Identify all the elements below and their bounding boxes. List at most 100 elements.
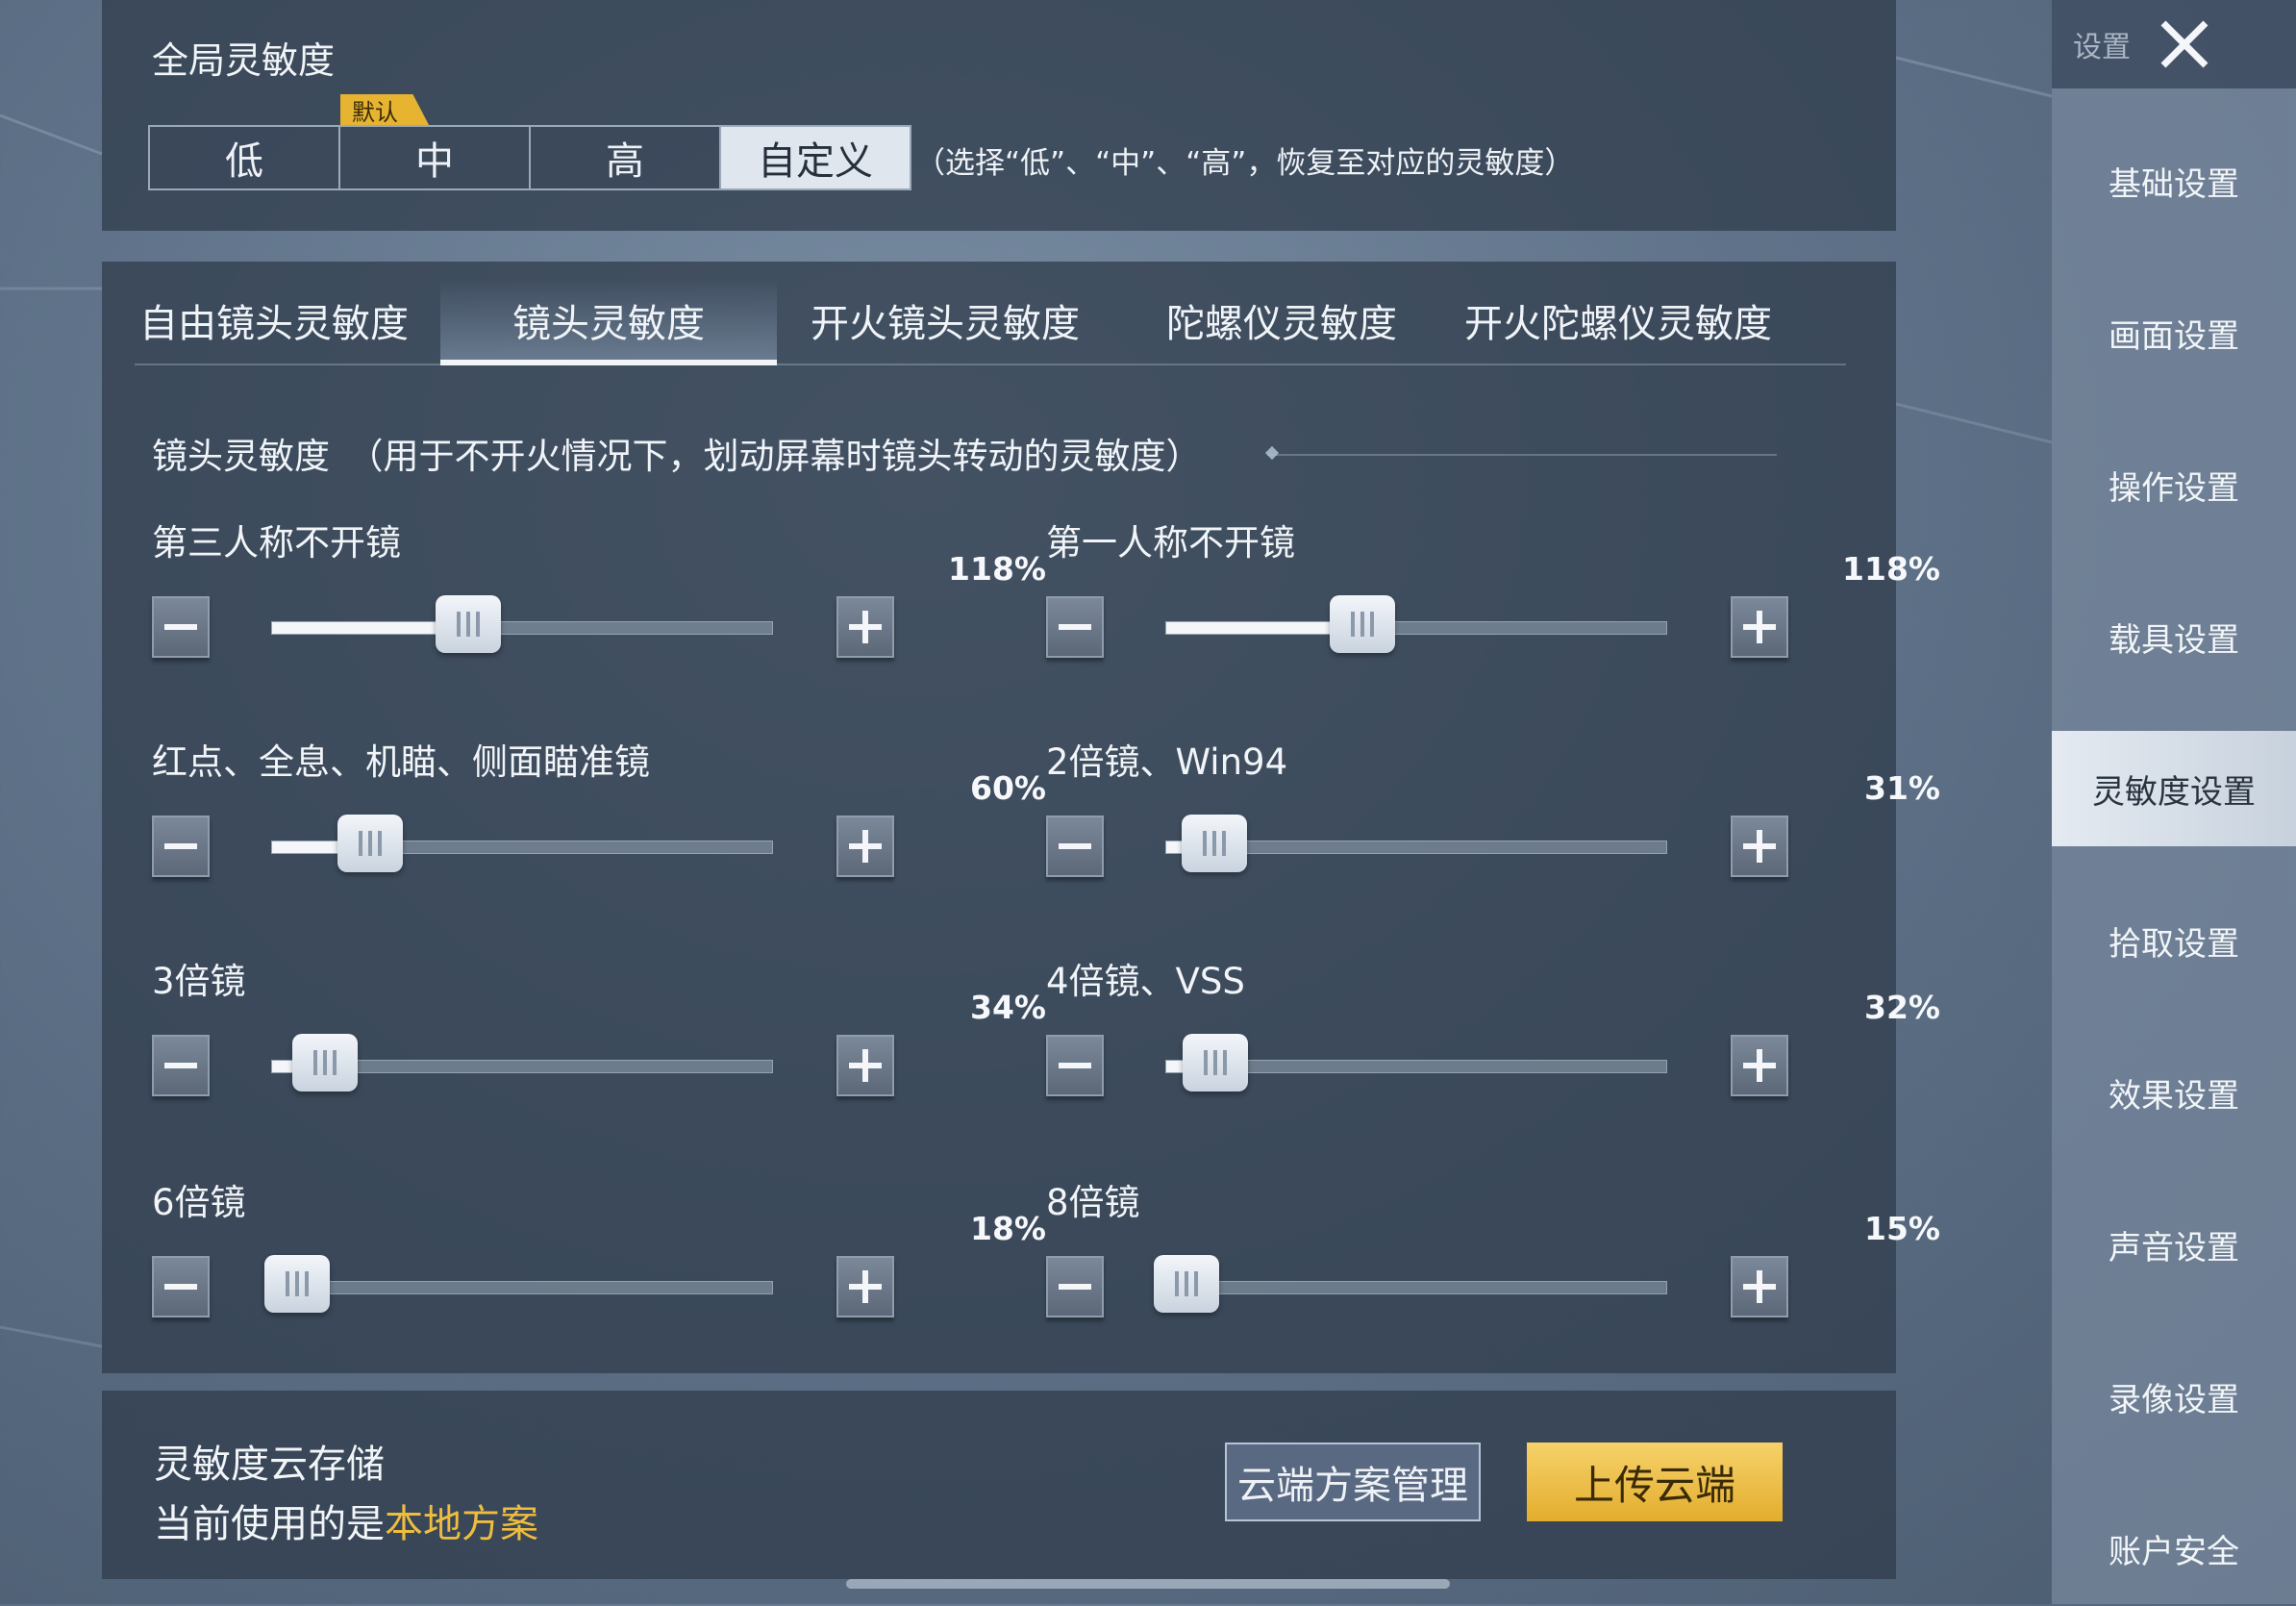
- tab-free-camera[interactable]: 自由镜头灵敏度: [135, 279, 413, 362]
- slider-track[interactable]: [271, 595, 773, 653]
- section-heading: 镜头灵敏度 （用于不开火情况下，划动屏幕时镜头转动的灵敏度）: [152, 436, 1202, 477]
- slider-label: 6倍镜: [152, 1182, 246, 1223]
- increase-button[interactable]: [1731, 1035, 1788, 1096]
- minus-icon: [164, 1284, 197, 1290]
- increase-button[interactable]: [836, 816, 894, 877]
- decrease-button[interactable]: [152, 1256, 210, 1317]
- slider-value: 15%: [1864, 1210, 1940, 1247]
- slider-value: 18%: [970, 1210, 1046, 1247]
- plus-icon-v: [1757, 1270, 1762, 1303]
- slider-track[interactable]: [1153, 1255, 1667, 1313]
- grip-line: [1184, 1271, 1188, 1296]
- grip-line: [1221, 831, 1226, 856]
- increase-button[interactable]: [836, 596, 894, 658]
- tab-firing-gyroscope[interactable]: 开火陀螺仪灵敏度: [1450, 279, 1786, 362]
- close-button[interactable]: [2150, 10, 2219, 79]
- sidebar-item-audio[interactable]: 声音设置: [2052, 1187, 2296, 1302]
- decrease-button[interactable]: [1046, 596, 1104, 658]
- grip-line: [465, 612, 470, 637]
- tab-camera[interactable]: 镜头灵敏度: [440, 279, 777, 365]
- sidebar-item-basic[interactable]: 基础设置: [2052, 123, 2296, 238]
- scroll-indicator[interactable]: [846, 1579, 1450, 1589]
- preset-high-button[interactable]: 高: [529, 125, 719, 190]
- slider-thumb[interactable]: [337, 815, 403, 872]
- decrease-button[interactable]: [1046, 816, 1104, 877]
- increase-button[interactable]: [1731, 816, 1788, 877]
- grip-line: [1193, 1271, 1198, 1296]
- slider-track[interactable]: [1165, 1034, 1667, 1092]
- slider-thumb[interactable]: [1329, 595, 1395, 653]
- grip-line: [1204, 1050, 1209, 1075]
- slider-label: 2倍镜、Win94: [1046, 741, 1288, 783]
- increase-button[interactable]: [836, 1256, 894, 1317]
- minus-icon: [1059, 1284, 1091, 1290]
- slider-track[interactable]: [271, 815, 773, 872]
- slider-value: 32%: [1864, 989, 1940, 1026]
- grip-line: [286, 1271, 290, 1296]
- slider-thumb[interactable]: [435, 595, 501, 653]
- slider-label: 3倍镜: [152, 961, 246, 1002]
- increase-button[interactable]: [1731, 596, 1788, 658]
- current-plan-text: 当前使用的是本地方案: [154, 1493, 538, 1548]
- decrease-button[interactable]: [1046, 1035, 1104, 1096]
- increase-button[interactable]: [836, 1035, 894, 1096]
- upload-cloud-button[interactable]: 上传云端: [1527, 1443, 1783, 1521]
- preset-low-button[interactable]: 低: [148, 125, 338, 190]
- slider-thumb[interactable]: [264, 1255, 331, 1313]
- plus-icon-v: [862, 830, 868, 863]
- grip-line: [1213, 1050, 1218, 1075]
- slider-value: 31%: [1864, 769, 1940, 807]
- decrease-button[interactable]: [152, 596, 210, 658]
- tab-firing-camera[interactable]: 开火镜头灵敏度: [777, 279, 1113, 362]
- grip-line: [312, 1050, 317, 1075]
- slider-thumb[interactable]: [291, 1034, 358, 1092]
- slider-track[interactable]: [271, 1034, 773, 1092]
- grip-line: [1223, 1050, 1228, 1075]
- slider-track[interactable]: [264, 1255, 773, 1313]
- slider-thumb[interactable]: [1153, 1255, 1219, 1313]
- grip-line: [322, 1050, 327, 1075]
- sidebar-item-controls[interactable]: 操作设置: [2052, 427, 2296, 542]
- slider-thumb[interactable]: [1183, 1034, 1249, 1092]
- preset-group: 低 中 高 自定义: [148, 125, 911, 190]
- increase-button[interactable]: [1731, 1256, 1788, 1317]
- sidebar-item-vehicle[interactable]: 载具设置: [2052, 579, 2296, 694]
- slider-label: 红点、全息、机瞄、侧面瞄准镜: [152, 741, 650, 783]
- slider-label: 第一人称不开镜: [1046, 522, 1295, 564]
- slider-value: 34%: [970, 989, 1046, 1026]
- grip-line: [358, 831, 362, 856]
- sidebar-item-sensitivity[interactable]: 灵敏度设置: [2052, 731, 2296, 846]
- slider-label: 第三人称不开镜: [152, 522, 401, 564]
- grip-line: [305, 1271, 310, 1296]
- grip-line: [475, 612, 480, 637]
- section-divider: [1267, 454, 1777, 456]
- slider-value: 118%: [1842, 550, 1940, 588]
- sidebar-item-effects[interactable]: 效果设置: [2052, 1035, 2296, 1150]
- decrease-button[interactable]: [1046, 1256, 1104, 1317]
- tab-gyroscope[interactable]: 陀螺仪灵敏度: [1113, 279, 1450, 362]
- settings-sidebar: 设置 基础设置 画面设置 操作设置 载具设置 灵敏度设置 拾取设置 效果设置 声…: [2052, 0, 2296, 1604]
- close-icon: [2160, 20, 2209, 68]
- slider-thumb[interactable]: [1181, 815, 1247, 872]
- minus-icon: [1059, 624, 1091, 630]
- sidebar-item-graphics[interactable]: 画面设置: [2052, 275, 2296, 390]
- sidebar-header-label: 设置: [2073, 31, 2131, 64]
- sensitivity-tabs: 自由镜头灵敏度 镜头灵敏度 开火镜头灵敏度 陀螺仪灵敏度 开火陀螺仪灵敏度: [135, 279, 1846, 365]
- grip-line: [367, 831, 372, 856]
- slider-track[interactable]: [1165, 815, 1667, 872]
- grip-line: [1202, 831, 1207, 856]
- preset-custom-button[interactable]: 自定义: [719, 125, 911, 190]
- preset-medium-button[interactable]: 中: [338, 125, 529, 190]
- cloud-plan-manage-button[interactable]: 云端方案管理: [1225, 1443, 1481, 1521]
- minus-icon: [1059, 843, 1091, 849]
- slider-track[interactable]: [1165, 595, 1667, 653]
- decrease-button[interactable]: [152, 1035, 210, 1096]
- sidebar-item-recording[interactable]: 录像设置: [2052, 1339, 2296, 1454]
- sidebar-item-account-security[interactable]: 账户安全: [2052, 1491, 2296, 1606]
- minus-icon: [164, 1063, 197, 1068]
- decrease-button[interactable]: [152, 816, 210, 877]
- grip-line: [295, 1271, 300, 1296]
- sidebar-item-pickup[interactable]: 拾取设置: [2052, 883, 2296, 998]
- slider-value: 118%: [948, 550, 1046, 588]
- grip-line: [1360, 612, 1364, 637]
